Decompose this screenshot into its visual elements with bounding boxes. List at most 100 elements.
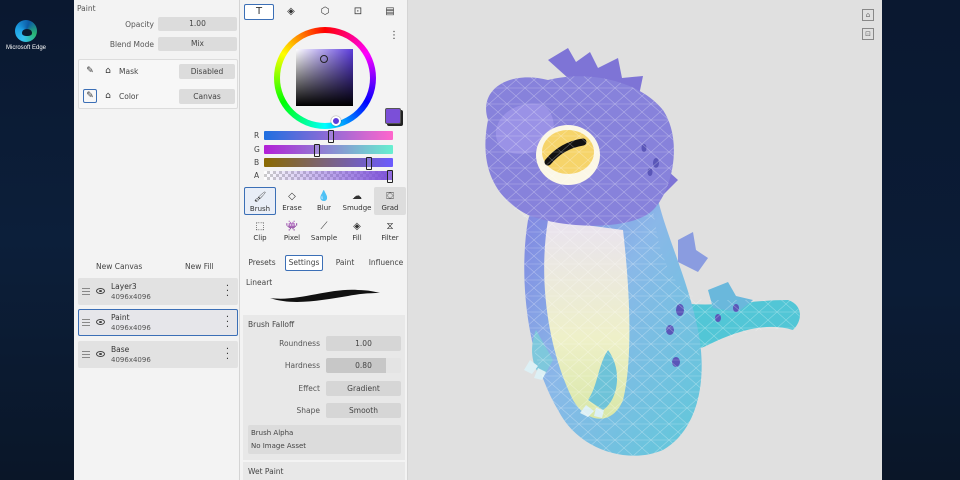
gradient-tool[interactable]: ⛋ Grad: [374, 187, 406, 215]
sample-tool[interactable]: ⟋ Sample: [308, 217, 340, 245]
erase-tool-label: Erase: [282, 204, 302, 212]
layers-tab-icon[interactable]: ◈: [276, 4, 306, 20]
green-slider[interactable]: G: [246, 144, 406, 157]
clip-icon: ⬚: [255, 221, 265, 232]
hue-handle[interactable]: [331, 116, 341, 126]
layer-menu-icon[interactable]: · · ·: [226, 345, 229, 365]
fill-bucket-icon: ◈: [353, 221, 361, 232]
alpha-track[interactable]: [264, 170, 393, 183]
visibility-eye-icon[interactable]: [96, 319, 105, 325]
layer-size: 4096x4096: [111, 293, 151, 301]
edge-logo-icon: [15, 20, 37, 42]
fill-tool[interactable]: ◈ Fill: [341, 217, 373, 245]
red-track[interactable]: [264, 130, 393, 143]
color-menu-icon[interactable]: ⋮: [389, 30, 399, 41]
camera-tab-icon[interactable]: ⊡: [343, 4, 373, 20]
red-label: R: [254, 131, 260, 140]
filter-icon: ⧖: [386, 221, 394, 232]
alpha-slider[interactable]: A: [246, 170, 406, 183]
drag-handle-icon[interactable]: [82, 288, 90, 295]
red-slider[interactable]: R: [246, 130, 406, 143]
pixel-tool-label: Pixel: [283, 234, 301, 242]
sample-tool-label: Sample: [310, 234, 338, 242]
brush-subtabs: Presets Settings Paint Influence: [240, 254, 408, 272]
drag-handle-icon[interactable]: [82, 351, 90, 358]
mask-color-box: ✎ ⌂ Mask Disabled ✎ ⌂ Color Canvas: [78, 59, 238, 109]
wet-paint-section[interactable]: Wet Paint: [243, 462, 405, 480]
layer-item[interactable]: Base 4096x4096 · · ·: [78, 341, 238, 368]
roundness-label: Roundness: [279, 339, 320, 348]
layer-menu-icon[interactable]: · · ·: [226, 313, 229, 333]
drag-handle-icon[interactable]: [82, 319, 90, 326]
cube-tab-icon[interactable]: ⬡: [310, 4, 340, 20]
tool-row-1: 🖌 Brush ◇ Erase 💧 Blur ☁ Smudge ⛋ Grad: [243, 187, 406, 217]
alpha-thumb[interactable]: [387, 170, 393, 183]
desktop-background-right: [882, 0, 960, 480]
gradient-tool-label: Grad: [381, 204, 399, 212]
tab-settings[interactable]: Settings: [285, 255, 323, 271]
erase-tool[interactable]: ◇ Erase: [276, 187, 308, 215]
tab-paint[interactable]: Paint: [330, 255, 360, 271]
effect-row: Effect Gradient: [243, 380, 405, 398]
blur-tool-label: Blur: [316, 204, 332, 212]
layer-name: Paint: [111, 313, 130, 322]
hardness-label: Hardness: [284, 361, 320, 370]
roundness-field[interactable]: 1.00: [326, 336, 401, 351]
mask-dropdown[interactable]: Disabled: [179, 64, 235, 79]
brush-icon[interactable]: ✎: [83, 64, 97, 78]
opacity-field[interactable]: 1.00: [158, 17, 237, 31]
layer-name: Base: [111, 345, 130, 354]
green-thumb[interactable]: [314, 144, 320, 157]
smudge-tool[interactable]: ☁ Smudge: [341, 187, 373, 215]
current-color-swatch[interactable]: [385, 108, 401, 124]
layer-item[interactable]: Paint 4096x4096 · · ·: [78, 309, 238, 336]
shape-label: Shape: [296, 406, 321, 415]
bucket-icon[interactable]: ⌂: [101, 89, 115, 103]
green-track[interactable]: [264, 144, 393, 157]
blue-thumb[interactable]: [366, 157, 372, 170]
brush-tool[interactable]: 🖌 Brush: [244, 187, 276, 215]
layer-actions: New Canvas New Fill: [74, 260, 240, 274]
tab-influence[interactable]: Influence: [366, 255, 406, 271]
new-fill-button[interactable]: New Fill: [185, 262, 214, 271]
shape-dropdown[interactable]: Smooth: [326, 403, 401, 418]
red-thumb[interactable]: [328, 130, 334, 143]
hardness-slider[interactable]: 0.80: [326, 358, 401, 373]
saturation-value-square[interactable]: [296, 49, 353, 106]
blend-mode-dropdown[interactable]: Mix: [158, 37, 237, 51]
pixel-tool[interactable]: 👾 Pixel: [276, 217, 308, 245]
opacity-label: Opacity: [125, 20, 154, 29]
layer-item[interactable]: Layer3 4096x4096 · · ·: [78, 278, 238, 305]
tab-presets[interactable]: Presets: [246, 255, 278, 271]
color-dropdown[interactable]: Canvas: [179, 89, 235, 104]
clip-tool-label: Clip: [253, 234, 267, 242]
sv-handle[interactable]: [320, 55, 328, 63]
visibility-eye-icon[interactable]: [96, 351, 105, 357]
edge-desktop-shortcut[interactable]: Microsoft Edge: [4, 20, 48, 51]
text-tool-tab-icon[interactable]: T: [244, 4, 274, 20]
bucket-icon[interactable]: ⌂: [101, 64, 115, 78]
visibility-eye-icon[interactable]: [96, 288, 105, 294]
3d-viewport[interactable]: ⌂ ⊡: [408, 0, 882, 480]
layer-name: Layer3: [111, 282, 137, 291]
new-canvas-button[interactable]: New Canvas: [96, 262, 142, 271]
brush-alpha-box[interactable]: Brush Alpha No Image Asset: [248, 425, 401, 454]
clip-tool[interactable]: ⬚ Clip: [244, 217, 276, 245]
blue-label: B: [254, 158, 260, 167]
effect-dropdown[interactable]: Gradient: [326, 381, 401, 396]
document-tab-icon[interactable]: ▤: [375, 4, 405, 20]
color-label: Color: [119, 92, 139, 101]
gradient-icon: ⛋: [386, 191, 394, 202]
brush-stroke-preview[interactable]: [268, 284, 382, 306]
blue-track[interactable]: [264, 157, 393, 170]
smudge-tool-label: Smudge: [342, 204, 372, 212]
blend-mode-row: Blend Mode Mix: [74, 36, 240, 52]
filter-tool[interactable]: ⧖ Filter: [374, 217, 406, 245]
brush-icon[interactable]: ✎: [83, 89, 97, 103]
blur-tool[interactable]: 💧 Blur: [308, 187, 340, 215]
smudge-icon: ☁: [352, 191, 362, 202]
roundness-row: Roundness 1.00: [243, 335, 405, 353]
blue-slider[interactable]: B: [246, 157, 406, 170]
layer-menu-icon[interactable]: · · ·: [226, 282, 229, 302]
effect-label: Effect: [298, 384, 320, 393]
